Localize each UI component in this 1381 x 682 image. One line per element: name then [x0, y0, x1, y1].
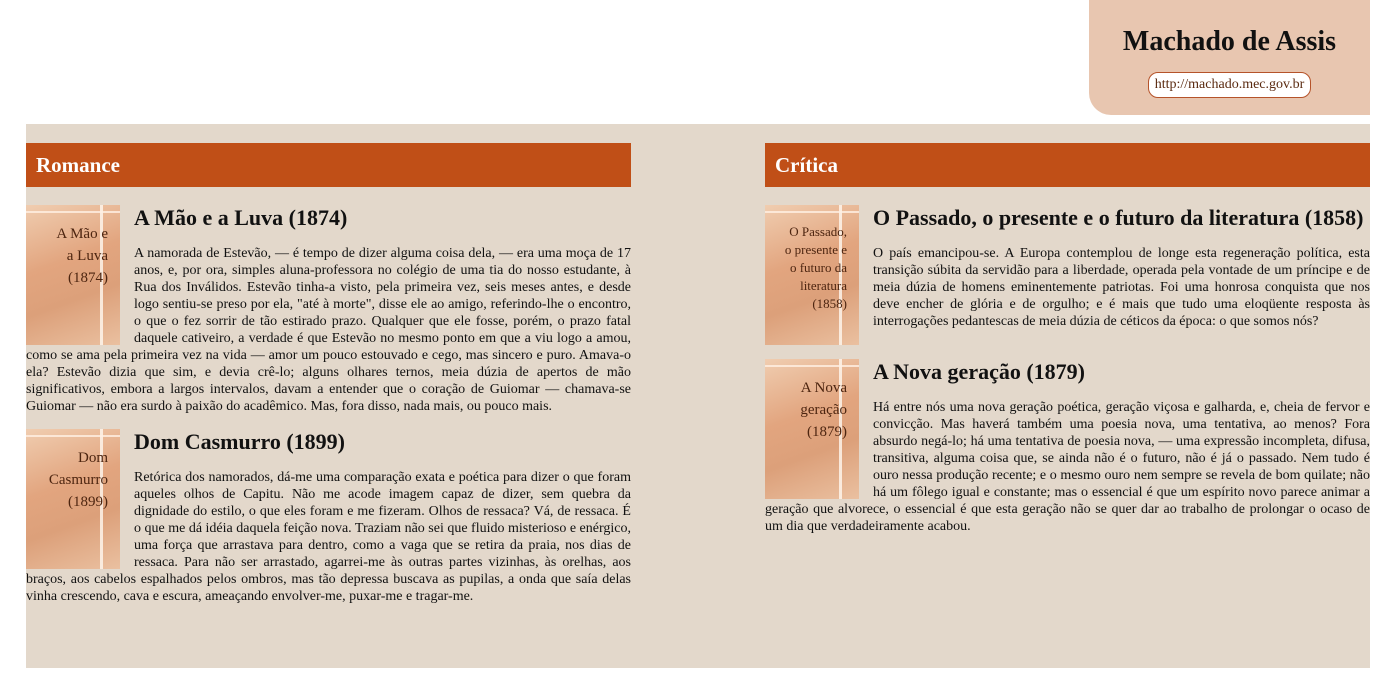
site-title: Machado de Assis [1122, 26, 1337, 57]
book-cover-image[interactable]: Dom Casmurro (1899) [26, 429, 120, 569]
book-cover-image[interactable]: A Nova geração (1879) [765, 359, 859, 499]
section-critica: Crítica O Passado, o presente eo futuro d… [765, 143, 1370, 535]
book-entry: O Passado, o presente eo futuro da literat… [765, 205, 1370, 345]
book-cover-image[interactable]: A Mão ea Luva (1874) [26, 205, 120, 345]
section-heading-critica: Crítica [765, 143, 1370, 187]
main-content: Romance A Mão ea Luva (1874) A Mão e a Lu… [26, 124, 1370, 668]
book-cover-image[interactable]: O Passado, o presente eo futuro da literat… [765, 205, 859, 345]
section-heading-romance: Romance [26, 143, 631, 187]
book-entry: A Mão ea Luva (1874) A Mão e a Luva (1874… [26, 205, 631, 415]
site-url-link[interactable]: http://machado.mec.gov.br [1147, 72, 1312, 98]
section-romance: Romance A Mão ea Luva (1874) A Mão e a Lu… [26, 143, 631, 605]
site-brand-box: Machado de Assis http://machado.mec.gov.… [1089, 0, 1370, 115]
book-entry: Dom Casmurro (1899) Dom Casmurro (1899) Re… [26, 429, 631, 605]
book-entry: A Nova geração (1879) A Nova geração (1879… [765, 359, 1370, 535]
